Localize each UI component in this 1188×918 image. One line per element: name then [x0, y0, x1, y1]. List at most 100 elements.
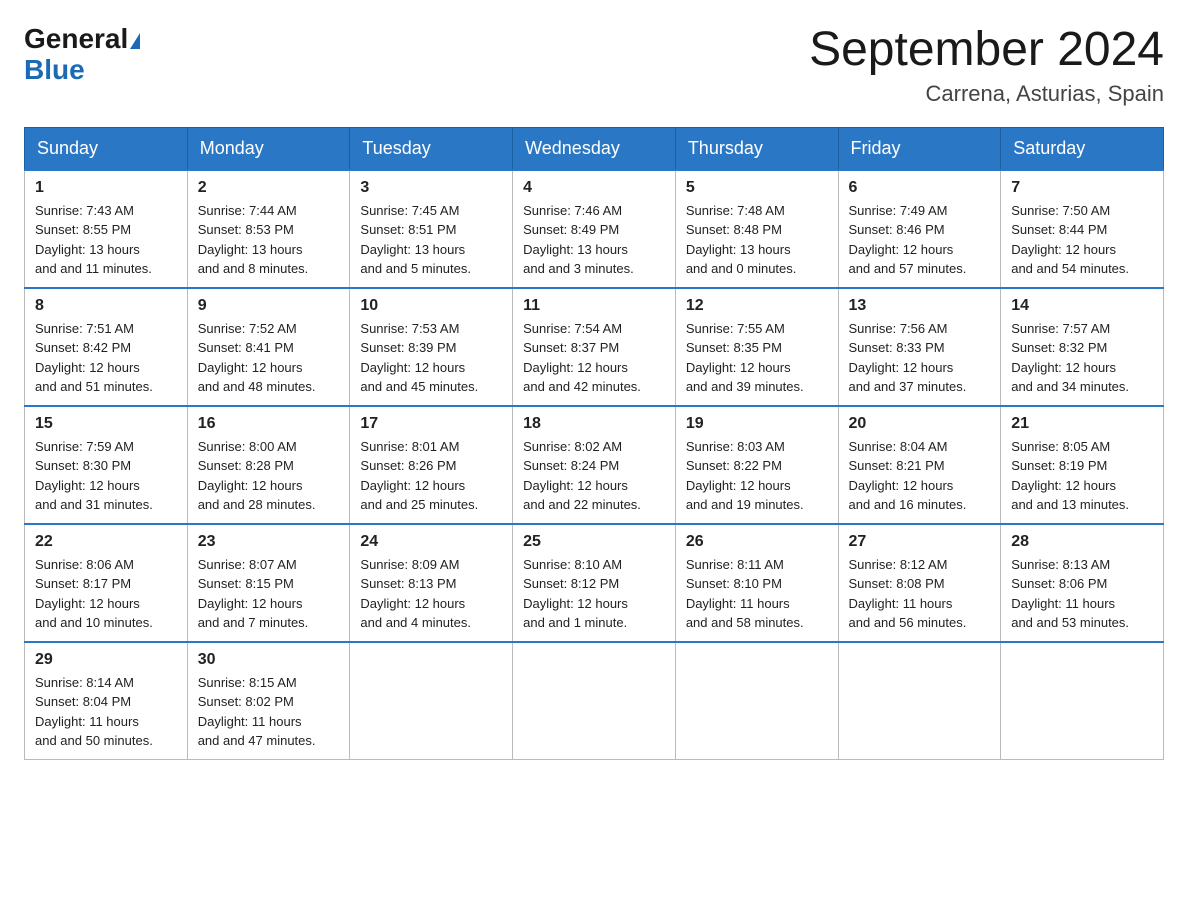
col-header-thursday: Thursday: [675, 127, 838, 170]
calendar-cell: 23 Sunrise: 8:07 AMSunset: 8:15 PMDaylig…: [187, 524, 350, 642]
logo-general: General: [24, 23, 128, 54]
day-info: Sunrise: 7:52 AMSunset: 8:41 PMDaylight:…: [198, 319, 340, 397]
logo-text: General Blue: [24, 24, 140, 86]
day-number: 15: [35, 415, 177, 433]
day-info: Sunrise: 7:51 AMSunset: 8:42 PMDaylight:…: [35, 319, 177, 397]
day-info: Sunrise: 7:46 AMSunset: 8:49 PMDaylight:…: [523, 201, 665, 279]
day-number: 17: [360, 415, 502, 433]
day-info: Sunrise: 8:04 AMSunset: 8:21 PMDaylight:…: [849, 437, 991, 515]
day-number: 4: [523, 179, 665, 197]
day-number: 8: [35, 297, 177, 315]
day-info: Sunrise: 8:01 AMSunset: 8:26 PMDaylight:…: [360, 437, 502, 515]
day-number: 22: [35, 533, 177, 551]
col-header-wednesday: Wednesday: [513, 127, 676, 170]
day-number: 24: [360, 533, 502, 551]
calendar-week-row: 15 Sunrise: 7:59 AMSunset: 8:30 PMDaylig…: [25, 406, 1164, 524]
day-info: Sunrise: 7:56 AMSunset: 8:33 PMDaylight:…: [849, 319, 991, 397]
calendar-cell: 3 Sunrise: 7:45 AMSunset: 8:51 PMDayligh…: [350, 170, 513, 288]
day-info: Sunrise: 7:54 AMSunset: 8:37 PMDaylight:…: [523, 319, 665, 397]
day-number: 3: [360, 179, 502, 197]
day-number: 16: [198, 415, 340, 433]
day-number: 27: [849, 533, 991, 551]
day-number: 12: [686, 297, 828, 315]
day-number: 28: [1011, 533, 1153, 551]
day-number: 26: [686, 533, 828, 551]
calendar-cell: 30 Sunrise: 8:15 AMSunset: 8:02 PMDaylig…: [187, 642, 350, 760]
month-title: September 2024: [809, 24, 1164, 77]
calendar-week-row: 29 Sunrise: 8:14 AMSunset: 8:04 PMDaylig…: [25, 642, 1164, 760]
day-info: Sunrise: 8:07 AMSunset: 8:15 PMDaylight:…: [198, 555, 340, 633]
calendar-cell: 18 Sunrise: 8:02 AMSunset: 8:24 PMDaylig…: [513, 406, 676, 524]
day-info: Sunrise: 8:13 AMSunset: 8:06 PMDaylight:…: [1011, 555, 1153, 633]
day-number: 2: [198, 179, 340, 197]
day-info: Sunrise: 7:49 AMSunset: 8:46 PMDaylight:…: [849, 201, 991, 279]
calendar-cell: 21 Sunrise: 8:05 AMSunset: 8:19 PMDaylig…: [1001, 406, 1164, 524]
day-number: 18: [523, 415, 665, 433]
logo: General Blue: [24, 24, 140, 86]
day-number: 21: [1011, 415, 1153, 433]
calendar-cell: 4 Sunrise: 7:46 AMSunset: 8:49 PMDayligh…: [513, 170, 676, 288]
calendar-cell: 15 Sunrise: 7:59 AMSunset: 8:30 PMDaylig…: [25, 406, 188, 524]
day-info: Sunrise: 7:50 AMSunset: 8:44 PMDaylight:…: [1011, 201, 1153, 279]
day-info: Sunrise: 7:55 AMSunset: 8:35 PMDaylight:…: [686, 319, 828, 397]
day-info: Sunrise: 7:53 AMSunset: 8:39 PMDaylight:…: [360, 319, 502, 397]
calendar-cell: 10 Sunrise: 7:53 AMSunset: 8:39 PMDaylig…: [350, 288, 513, 406]
calendar-cell: [513, 642, 676, 760]
calendar-cell: 24 Sunrise: 8:09 AMSunset: 8:13 PMDaylig…: [350, 524, 513, 642]
day-number: 20: [849, 415, 991, 433]
calendar-cell: 14 Sunrise: 7:57 AMSunset: 8:32 PMDaylig…: [1001, 288, 1164, 406]
day-info: Sunrise: 8:12 AMSunset: 8:08 PMDaylight:…: [849, 555, 991, 633]
day-number: 30: [198, 651, 340, 669]
title-section: September 2024 Carrena, Asturias, Spain: [809, 24, 1164, 107]
day-info: Sunrise: 8:03 AMSunset: 8:22 PMDaylight:…: [686, 437, 828, 515]
calendar-cell: [350, 642, 513, 760]
day-info: Sunrise: 8:02 AMSunset: 8:24 PMDaylight:…: [523, 437, 665, 515]
calendar-cell: 20 Sunrise: 8:04 AMSunset: 8:21 PMDaylig…: [838, 406, 1001, 524]
day-number: 19: [686, 415, 828, 433]
location: Carrena, Asturias, Spain: [809, 81, 1164, 107]
day-info: Sunrise: 8:00 AMSunset: 8:28 PMDaylight:…: [198, 437, 340, 515]
calendar-week-row: 8 Sunrise: 7:51 AMSunset: 8:42 PMDayligh…: [25, 288, 1164, 406]
calendar-cell: 11 Sunrise: 7:54 AMSunset: 8:37 PMDaylig…: [513, 288, 676, 406]
day-info: Sunrise: 7:43 AMSunset: 8:55 PMDaylight:…: [35, 201, 177, 279]
calendar-cell: 25 Sunrise: 8:10 AMSunset: 8:12 PMDaylig…: [513, 524, 676, 642]
calendar-cell: [675, 642, 838, 760]
logo-triangle-icon: [130, 33, 140, 49]
day-number: 14: [1011, 297, 1153, 315]
day-number: 9: [198, 297, 340, 315]
calendar-cell: 8 Sunrise: 7:51 AMSunset: 8:42 PMDayligh…: [25, 288, 188, 406]
page-header: General Blue September 2024 Carrena, Ast…: [24, 24, 1164, 107]
day-number: 7: [1011, 179, 1153, 197]
calendar-header-row: SundayMondayTuesdayWednesdayThursdayFrid…: [25, 127, 1164, 170]
calendar-cell: 1 Sunrise: 7:43 AMSunset: 8:55 PMDayligh…: [25, 170, 188, 288]
calendar-cell: 28 Sunrise: 8:13 AMSunset: 8:06 PMDaylig…: [1001, 524, 1164, 642]
day-info: Sunrise: 8:05 AMSunset: 8:19 PMDaylight:…: [1011, 437, 1153, 515]
day-number: 10: [360, 297, 502, 315]
calendar-cell: 27 Sunrise: 8:12 AMSunset: 8:08 PMDaylig…: [838, 524, 1001, 642]
calendar-cell: 22 Sunrise: 8:06 AMSunset: 8:17 PMDaylig…: [25, 524, 188, 642]
day-info: Sunrise: 8:06 AMSunset: 8:17 PMDaylight:…: [35, 555, 177, 633]
day-info: Sunrise: 8:10 AMSunset: 8:12 PMDaylight:…: [523, 555, 665, 633]
col-header-friday: Friday: [838, 127, 1001, 170]
col-header-saturday: Saturday: [1001, 127, 1164, 170]
col-header-monday: Monday: [187, 127, 350, 170]
calendar-week-row: 22 Sunrise: 8:06 AMSunset: 8:17 PMDaylig…: [25, 524, 1164, 642]
col-header-tuesday: Tuesday: [350, 127, 513, 170]
calendar-cell: 16 Sunrise: 8:00 AMSunset: 8:28 PMDaylig…: [187, 406, 350, 524]
calendar-cell: 6 Sunrise: 7:49 AMSunset: 8:46 PMDayligh…: [838, 170, 1001, 288]
calendar-cell: 29 Sunrise: 8:14 AMSunset: 8:04 PMDaylig…: [25, 642, 188, 760]
day-number: 23: [198, 533, 340, 551]
calendar-cell: 17 Sunrise: 8:01 AMSunset: 8:26 PMDaylig…: [350, 406, 513, 524]
calendar-week-row: 1 Sunrise: 7:43 AMSunset: 8:55 PMDayligh…: [25, 170, 1164, 288]
day-number: 29: [35, 651, 177, 669]
day-number: 1: [35, 179, 177, 197]
day-number: 5: [686, 179, 828, 197]
day-number: 25: [523, 533, 665, 551]
logo-blue: Blue: [24, 54, 85, 85]
calendar-cell: 19 Sunrise: 8:03 AMSunset: 8:22 PMDaylig…: [675, 406, 838, 524]
day-info: Sunrise: 7:48 AMSunset: 8:48 PMDaylight:…: [686, 201, 828, 279]
calendar-cell: 7 Sunrise: 7:50 AMSunset: 8:44 PMDayligh…: [1001, 170, 1164, 288]
calendar-cell: 9 Sunrise: 7:52 AMSunset: 8:41 PMDayligh…: [187, 288, 350, 406]
calendar-cell: 13 Sunrise: 7:56 AMSunset: 8:33 PMDaylig…: [838, 288, 1001, 406]
calendar-table: SundayMondayTuesdayWednesdayThursdayFrid…: [24, 127, 1164, 760]
